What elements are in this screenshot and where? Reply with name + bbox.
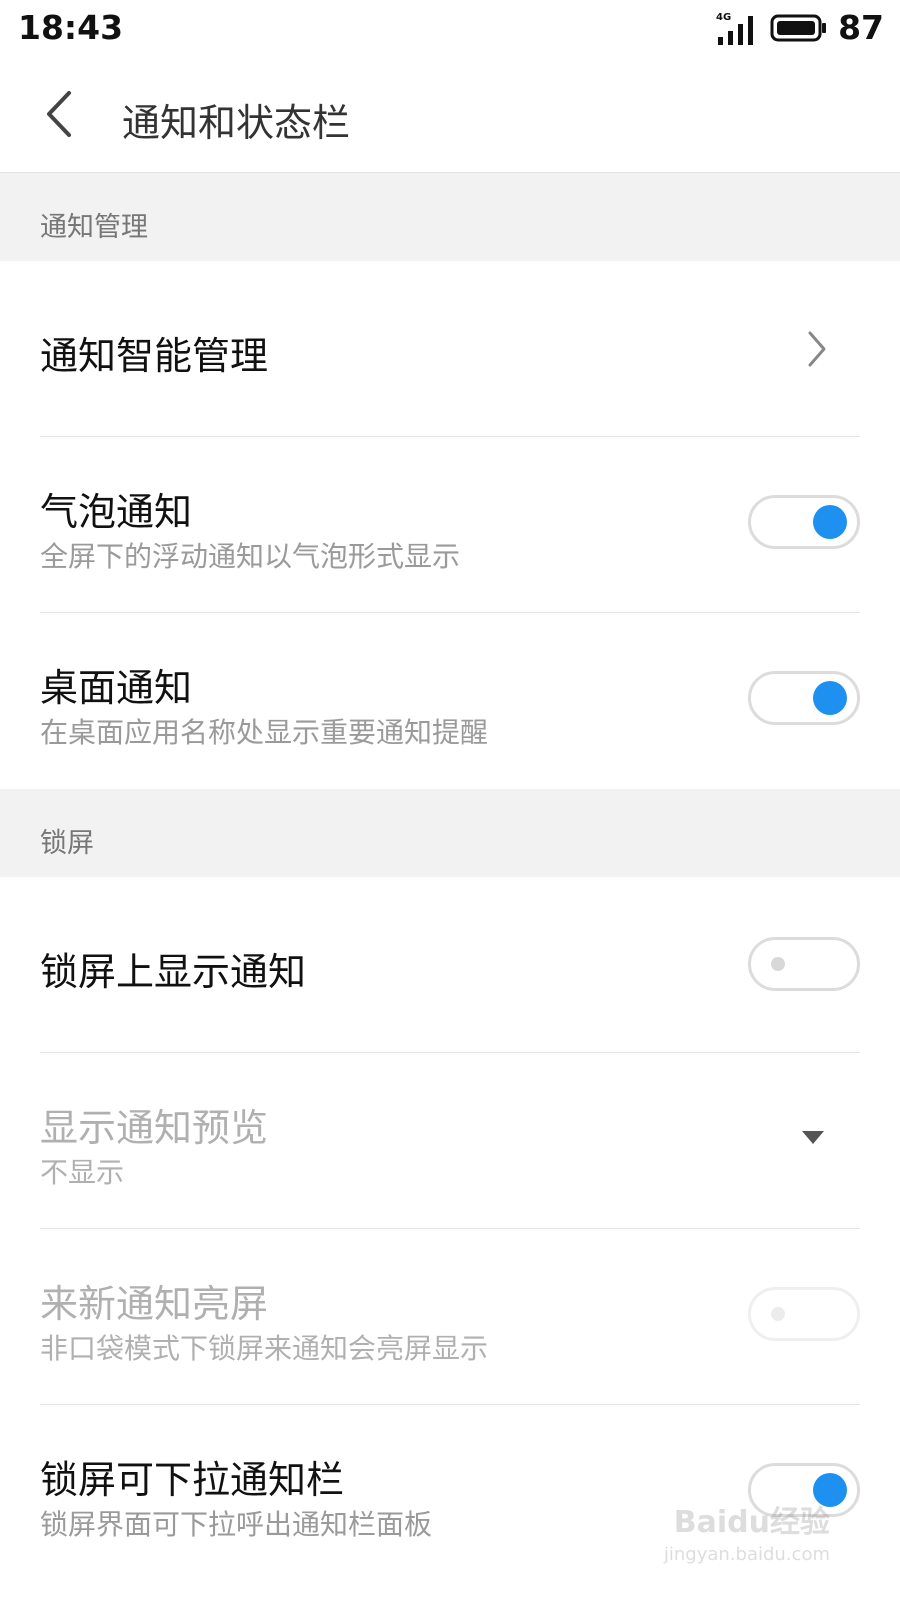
status-time: 18:43: [18, 8, 124, 47]
signal-icon: 4G: [716, 12, 754, 45]
row-subtitle: 全屏下的浮动通知以气泡形式显示: [40, 540, 461, 573]
toggle-knob: [813, 681, 847, 715]
chevron-right-icon: [808, 331, 826, 367]
row-show-on-lock-screen[interactable]: 锁屏上显示通知: [0, 877, 900, 1053]
section-lock-screen: 锁屏: [0, 789, 900, 877]
row-title: 锁屏可下拉通知栏: [40, 1458, 345, 1502]
section-title: 锁屏: [40, 828, 94, 859]
back-arrow-icon: [47, 91, 71, 137]
watermark-url: jingyan.baidu.com: [663, 1544, 830, 1565]
row-title: 桌面通知: [40, 666, 193, 710]
row-subtitle: 非口袋模式下锁屏来通知会亮屏显示: [40, 1332, 489, 1365]
row-title: 气泡通知: [40, 490, 193, 534]
row-desktop-notification[interactable]: 桌面通知 在桌面应用名称处显示重要通知提醒: [0, 613, 900, 789]
row-smart-notification[interactable]: 通知智能管理: [0, 261, 900, 437]
lock-screen-notification-toggle[interactable]: [748, 937, 860, 991]
section-notification-management: 通知管理: [0, 173, 900, 261]
row-title: 来新通知亮屏: [40, 1282, 269, 1326]
desktop-notification-toggle[interactable]: [748, 671, 860, 725]
network-type: 4G: [716, 12, 731, 23]
row-title: 显示通知预览: [40, 1106, 269, 1150]
wake-screen-toggle: [748, 1287, 860, 1341]
section-title: 通知管理: [40, 212, 148, 243]
row-subtitle: 不显示: [40, 1156, 125, 1189]
toggle-knob: [771, 957, 785, 971]
status-icons: 4G 87: [716, 8, 884, 47]
page-title: 通知和状态栏: [122, 101, 351, 145]
bubble-notification-toggle[interactable]: [748, 495, 860, 549]
row-notification-preview[interactable]: 显示通知预览 不显示: [0, 1053, 900, 1229]
toggle-knob: [813, 505, 847, 539]
app-header: 通知和状态栏: [0, 56, 900, 173]
watermark-brand: Baidu经验: [673, 1505, 830, 1540]
dropdown-arrow-icon[interactable]: [802, 1131, 824, 1144]
row-bubble-notification[interactable]: 气泡通知 全屏下的浮动通知以气泡形式显示: [0, 437, 900, 613]
battery-level: 87: [838, 8, 884, 47]
row-title: 通知智能管理: [40, 334, 269, 378]
row-title: 锁屏上显示通知: [40, 950, 307, 994]
status-bar: 18:43 4G 87: [0, 0, 900, 56]
battery-icon: [770, 14, 827, 41]
toggle-knob: [771, 1307, 785, 1321]
row-subtitle: 在桌面应用名称处显示重要通知提醒: [40, 716, 489, 749]
row-pull-down-shade[interactable]: 锁屏可下拉通知栏 锁屏界面可下拉呼出通知栏面板 Baidu经验 jingyan.…: [0, 1405, 900, 1581]
back-button[interactable]: [38, 78, 78, 150]
row-wake-screen: 来新通知亮屏 非口袋模式下锁屏来通知会亮屏显示: [0, 1229, 900, 1405]
row-subtitle: 锁屏界面可下拉呼出通知栏面板: [40, 1508, 433, 1541]
